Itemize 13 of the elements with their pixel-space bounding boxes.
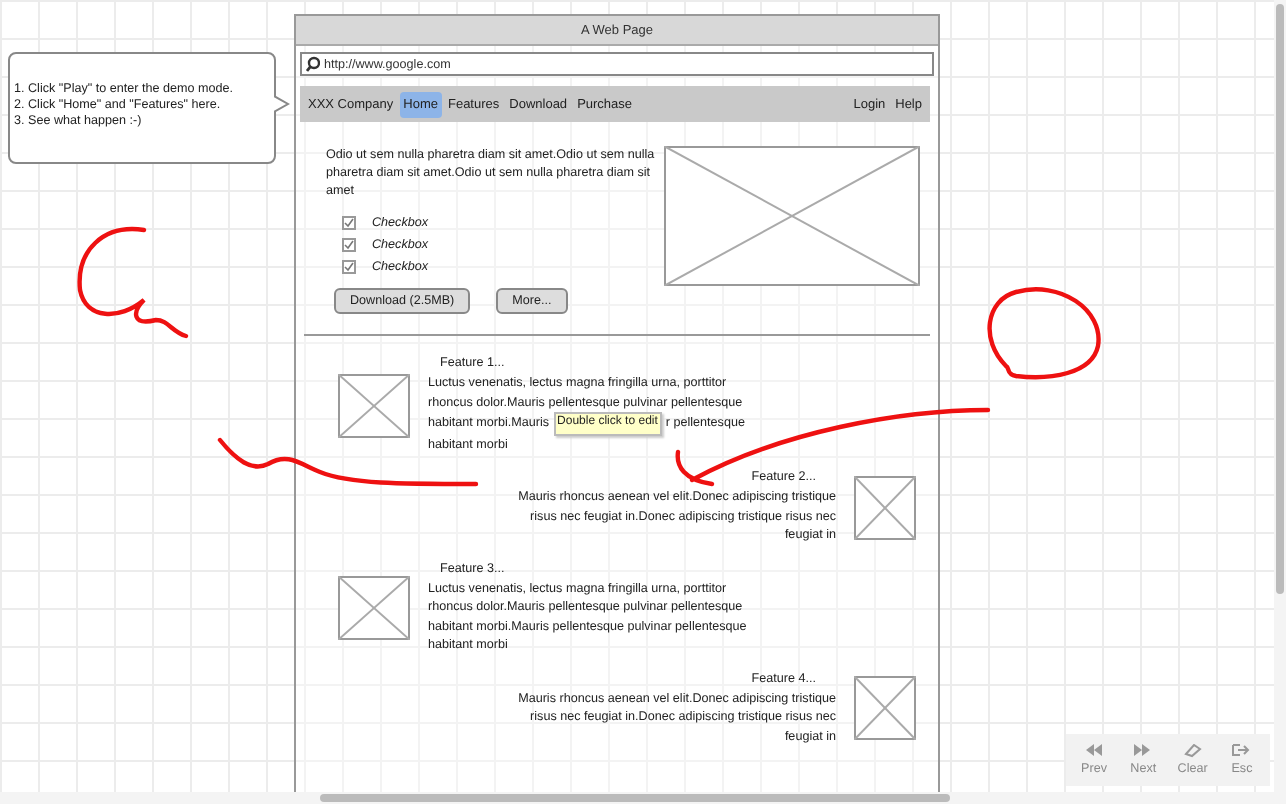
eraser-icon (1183, 744, 1202, 758)
image-placeholder (338, 373, 410, 437)
ink-stroke (77, 226, 189, 339)
ink-stroke (987, 287, 1101, 380)
image-placeholder (338, 576, 410, 640)
image-placeholder (854, 676, 916, 741)
fast-forward-icon (1134, 744, 1153, 758)
search-icon (306, 56, 320, 72)
scrollbar[interactable] (1274, 0, 1286, 804)
exit-icon (1232, 744, 1251, 758)
rewind-icon (1085, 744, 1103, 758)
scrollbar[interactable] (0, 792, 1274, 804)
image-placeholder (854, 475, 916, 540)
